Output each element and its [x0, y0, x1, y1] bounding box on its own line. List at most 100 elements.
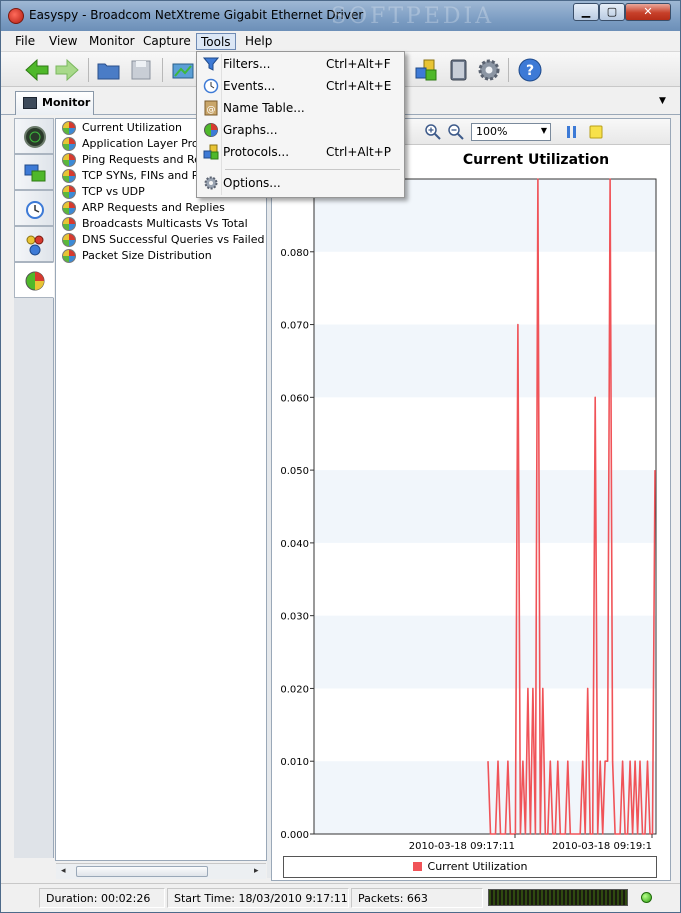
chart-panel: 100% ▼ Current Utilization 0.000 0.010 0.0…	[271, 118, 671, 881]
y-tick-label: 0.060	[280, 393, 309, 404]
tab-list-dropdown-icon[interactable]: ▼	[659, 96, 666, 106]
toolbar-separator	[88, 58, 89, 82]
status-start-time: Start Time: 18/03/2010 9:17:11	[167, 888, 349, 908]
graph-globe-icon	[62, 121, 76, 135]
menu-item-protocols[interactable]: Protocols... Ctrl+Alt+P	[199, 141, 402, 163]
grid-band	[314, 615, 656, 689]
toolbar-separator	[508, 58, 509, 82]
graph-globe-icon	[62, 137, 76, 151]
y-tick-label: 0.010	[280, 757, 309, 768]
name-table-icon: @	[204, 100, 218, 116]
side-tab-radar[interactable]	[14, 118, 54, 154]
maximize-button[interactable]: ▢	[599, 3, 625, 21]
app-icon	[8, 8, 24, 24]
y-tick-label: 0.030	[280, 612, 309, 623]
capture-icon[interactable]	[169, 56, 197, 84]
window-title: Easyspy - Broadcom NetXtreme Gigabit Eth…	[29, 8, 364, 22]
scroll-right-icon[interactable]: ▸	[254, 866, 259, 876]
menu-item-graphs[interactable]: Graphs...	[199, 119, 402, 141]
side-tab-graphs[interactable]	[14, 262, 54, 298]
pie-chart-icon	[25, 271, 45, 291]
menu-file[interactable]: File	[11, 33, 39, 50]
side-tab-nodes[interactable]	[14, 226, 54, 262]
grid-band	[314, 470, 656, 543]
menu-item-name-table[interactable]: @ Name Table...	[199, 97, 402, 119]
y-tick-label: 0.040	[280, 539, 309, 550]
menu-help[interactable]: Help	[241, 33, 276, 50]
tools-dropdown-menu: Filters... Ctrl+Alt+F Events... Ctrl+Alt…	[196, 51, 405, 198]
app-window: Easyspy - Broadcom NetXtreme Gigabit Eth…	[0, 0, 681, 913]
list-item[interactable]: TCP SYNs, FINs and RSTs	[60, 168, 217, 184]
save-disk-icon[interactable]	[127, 56, 155, 84]
toolbar-separator	[162, 58, 163, 82]
close-button[interactable]: ✕	[625, 3, 671, 21]
status-packets: Packets: 663	[351, 888, 483, 908]
clock-icon	[203, 78, 219, 94]
alarm-clock-icon	[26, 201, 44, 219]
menu-view[interactable]: View	[45, 33, 81, 50]
back-arrow-icon[interactable]	[23, 56, 51, 84]
menu-item-filters[interactable]: Filters... Ctrl+Alt+F	[199, 53, 402, 75]
graph-list-panel: Current Utilization Application Layer Pr…	[55, 118, 267, 861]
side-tab-bar	[14, 118, 54, 858]
graph-globe-icon	[62, 233, 76, 247]
status-duration: Duration: 00:02:26	[39, 888, 165, 908]
protocols-icon	[203, 144, 219, 160]
y-tick-label: 0.020	[280, 684, 309, 695]
menu-monitor[interactable]: Monitor	[85, 33, 139, 50]
menu-bar: File View Monitor Capture Tools Help	[1, 31, 680, 51]
pie-chart-icon	[204, 123, 218, 137]
x-tick-label: 2010-03-18 09:19:1	[552, 841, 652, 852]
tab-monitor[interactable]: Monitor	[15, 91, 94, 115]
x-tick-label: 2010-03-18 09:17:11	[409, 841, 515, 852]
svg-text:@: @	[207, 105, 216, 115]
traffic-meter	[488, 889, 628, 906]
list-item[interactable]: Broadcasts Multicasts Vs Total	[60, 216, 248, 232]
scrollbar-thumb[interactable]	[76, 866, 208, 877]
utilization-line-chart: 0.000 0.010 0.020 0.030 0.040 0.050 0.060 0.070…	[280, 178, 657, 852]
chart-legend: Current Utilization	[283, 856, 657, 878]
gear-icon	[204, 176, 218, 190]
protocols-cubes-icon[interactable]	[412, 56, 440, 84]
grid-band	[314, 324, 656, 398]
list-item[interactable]: DNS Successful Queries vs Failed Queries	[60, 232, 266, 248]
menu-tools[interactable]: Tools	[196, 33, 236, 50]
menu-item-options[interactable]: Options...	[199, 172, 402, 194]
side-tab-alarm[interactable]	[14, 190, 54, 226]
list-item[interactable]: Packet Size Distribution	[60, 248, 212, 264]
menu-capture[interactable]: Capture	[139, 33, 195, 50]
book-icon[interactable]	[444, 56, 472, 84]
list-item[interactable]: Current Utilization	[60, 120, 182, 136]
open-folder-icon[interactable]	[95, 56, 123, 84]
monitor-screen-icon	[23, 97, 37, 109]
nodes-icon	[26, 235, 44, 256]
help-icon[interactable]: ?	[516, 56, 544, 84]
graph-globe-icon	[62, 185, 76, 199]
graph-globe-icon	[62, 153, 76, 167]
y-tick-label: 0.050	[280, 466, 309, 477]
y-tick-label: 0.080	[280, 248, 309, 259]
menu-item-events[interactable]: Events... Ctrl+Alt+E	[199, 75, 402, 97]
settings-gear-icon[interactable]	[475, 56, 503, 84]
graph-globe-icon	[62, 201, 76, 215]
scroll-left-icon[interactable]: ◂	[61, 866, 66, 876]
funnel-icon	[203, 57, 219, 71]
graph-globe-icon	[62, 249, 76, 263]
tab-monitor-label: Monitor	[42, 96, 91, 109]
watermark-text: SOFTPEDIA	[331, 4, 495, 29]
y-tick-label: 0.000	[280, 830, 309, 841]
list-item[interactable]: ARP Requests and Replies	[60, 200, 225, 216]
tree-horizontal-scrollbar[interactable]: ◂ ▸	[56, 863, 266, 879]
list-item[interactable]: TCP vs UDP	[60, 184, 145, 200]
legend-swatch	[412, 862, 422, 871]
title-bar: Easyspy - Broadcom NetXtreme Gigabit Eth…	[1, 1, 680, 31]
minimize-button[interactable]: ▁	[573, 3, 599, 21]
legend-label: Current Utilization	[427, 860, 528, 873]
forward-arrow-icon[interactable]	[53, 56, 81, 84]
status-led-icon	[641, 892, 652, 903]
radar-icon	[24, 126, 46, 148]
svg-text:?: ?	[526, 63, 534, 79]
graph-globe-icon	[62, 169, 76, 183]
side-tab-network[interactable]	[14, 154, 54, 190]
network-monitors-icon	[24, 164, 46, 182]
